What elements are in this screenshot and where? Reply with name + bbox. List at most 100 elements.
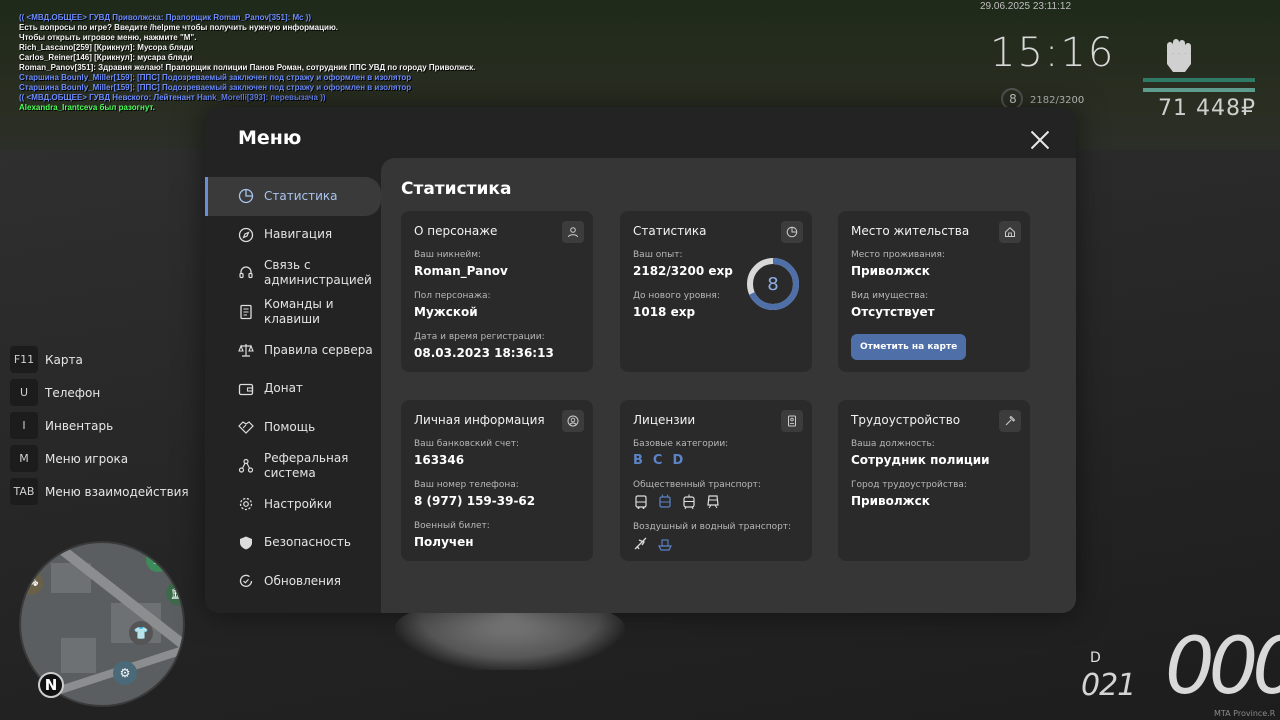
air-water-label: Воздушный и водный транспорт: [633, 522, 792, 532]
card-title: Трудоустройство [851, 413, 961, 427]
chat-line: Carlos_Reiner[146] [Крикнул]: мусара бля… [19, 53, 193, 62]
card-title: Личная информация [414, 413, 545, 427]
sidebar-item-settings[interactable]: Настройки [205, 485, 381, 524]
key-cap: TAB [10, 478, 38, 505]
phone-label: Ваш номер телефона: [414, 480, 519, 490]
card-residence: Место жительства Место проживания: Приво… [838, 211, 1030, 372]
card-character: О персонаже Ваш никнейм: Roman_Panov Пол… [401, 211, 593, 372]
sidebar-item-label: Правила сервера [264, 342, 373, 357]
map-marker-icon: ☕ [146, 548, 170, 572]
train-icon [707, 495, 719, 509]
bank-value: 163346 [414, 453, 465, 467]
bank-label: Ваш банковский счет: [414, 439, 520, 449]
network-icon [238, 458, 254, 473]
headset-icon [239, 266, 253, 279]
license-categories: B C D [633, 453, 799, 468]
key-label: Инвентарь [45, 418, 114, 433]
pie-chart-icon [238, 189, 254, 204]
chat-line: Старшина Bounly_Miller[159]: [ППС] Подоз… [19, 83, 412, 92]
page-title: Статистика [401, 179, 512, 199]
registration-label: Дата и время регистрации: [414, 332, 545, 342]
game-menu-modal: Меню Статистика Навигация Связь с админи… [205, 107, 1076, 613]
key-label: Меню взаимодействия [45, 484, 189, 499]
sidebar-item-label: Настройки [264, 496, 332, 511]
map-marker-icon: ⛟ [21, 571, 43, 595]
job-city-value: Приволжск [851, 494, 930, 508]
sidebar-item-rules[interactable]: Правила сервера [205, 331, 381, 370]
card-title: Лицензии [633, 413, 696, 427]
residence-place-label: Место проживания: [851, 250, 945, 260]
sidebar-item-referral[interactable]: Реферальная система [205, 447, 381, 486]
hammer-icon [999, 410, 1021, 432]
gear-indicator: D [1090, 650, 1101, 666]
map-marker-icon: ⚙ [113, 661, 137, 685]
boat-icon [658, 539, 672, 551]
health-bar [1143, 78, 1255, 82]
level-number: 8 [767, 273, 779, 295]
card-title: О персонаже [414, 224, 498, 238]
sidebar-item-help[interactable]: Помощь [205, 408, 381, 447]
key-cap: F11 [10, 346, 38, 373]
home-icon [999, 221, 1021, 243]
gender-label: Пол персонажа: [414, 291, 491, 301]
sidebar-item-security[interactable]: Безопасность [205, 524, 381, 563]
hud-datetime: 29.06.2025 23:11:12 [980, 1, 1072, 12]
property-label: Вид имущества: [851, 291, 929, 301]
chat-line: Rich_Lascano[259] [Крикнул]: Мусора бляд… [19, 43, 194, 52]
sidebar-item-label: Помощь [264, 419, 316, 434]
sidebar-item-statistics[interactable]: Статистика [205, 177, 381, 216]
trolleybus-icon [659, 494, 671, 508]
key-cap: U [10, 379, 38, 406]
keybind-map: F11 Карта [10, 346, 189, 373]
property-value: Отсутствует [851, 305, 935, 319]
base-categories-label: Базовые категории: [633, 439, 729, 449]
job-city-label: Город трудоустройства: [851, 480, 967, 490]
fuel-readout: 021 [1081, 668, 1136, 703]
category-d: D [672, 453, 684, 468]
position-label: Ваша должность: [851, 439, 935, 449]
sidebar-item-donate[interactable]: Донат [205, 370, 381, 409]
plane-icon [634, 537, 647, 550]
position-value: Сотрудник полиции [851, 453, 990, 467]
map-block [61, 638, 96, 673]
shirt-icon: 👕 [129, 621, 153, 645]
sidebar-item-commands[interactable]: Команды и клавиши [205, 293, 381, 332]
chat-log: (( <МВД.ОБЩЕЕ> ГУВД Приволжска: Прапорщи… [19, 13, 619, 113]
residence-place-value: Приволжск [851, 264, 930, 278]
sidebar-item-admin-contact[interactable]: Связь с администрацией [205, 254, 381, 293]
nickname-value: Roman_Panov [414, 264, 508, 278]
watermark: MTA Province.R [1214, 709, 1276, 718]
compass-icon [238, 227, 254, 242]
hud-status-bars [1143, 78, 1255, 92]
scales-icon [238, 344, 254, 357]
keybind-player-menu: M Меню игрока [10, 445, 189, 472]
close-button[interactable] [1029, 129, 1051, 151]
hud-level: 8 [1009, 92, 1017, 106]
pie-chart-icon [781, 221, 803, 243]
keybind-inventory: I Инвентарь [10, 412, 189, 439]
key-label: Телефон [45, 385, 101, 400]
card-stats: Статистика Ваш опыт: 2182/3200 exp До но… [620, 211, 812, 372]
sidebar-item-updates[interactable]: Обновления [205, 562, 381, 601]
wallet-icon [238, 383, 254, 395]
card-licenses: Лицензии Базовые категории: B C D Общест… [620, 400, 812, 561]
key-cap: M [10, 445, 38, 472]
bank-icon: 🏛 [166, 581, 183, 605]
chat-line: Roman_Panov[351]: Здравия желаю! Прапорщ… [19, 63, 476, 72]
armor-bar [1143, 88, 1255, 92]
hud-clock: 15:16 [990, 30, 1116, 76]
north-indicator: N [38, 672, 64, 698]
sidebar-item-label: Безопасность [264, 535, 351, 550]
mark-on-map-button[interactable]: Отметить на карте [851, 334, 967, 360]
key-label: Меню игрока [45, 451, 129, 466]
sidebar-item-navigation[interactable]: Навигация [205, 216, 381, 255]
air-water-icons [633, 536, 799, 552]
public-transport-icons [633, 494, 799, 510]
refresh-check-icon [239, 574, 253, 588]
phone-value: 8 (977) 159-39-62 [414, 494, 536, 508]
military-label: Военный билет: [414, 521, 490, 531]
shield-icon [240, 536, 252, 550]
gear-icon [239, 498, 253, 511]
sidebar-item-label: Команды и клавиши [264, 296, 334, 326]
keybind-hints: F11 Карта U Телефон I Инвентарь M Меню и… [10, 346, 189, 511]
